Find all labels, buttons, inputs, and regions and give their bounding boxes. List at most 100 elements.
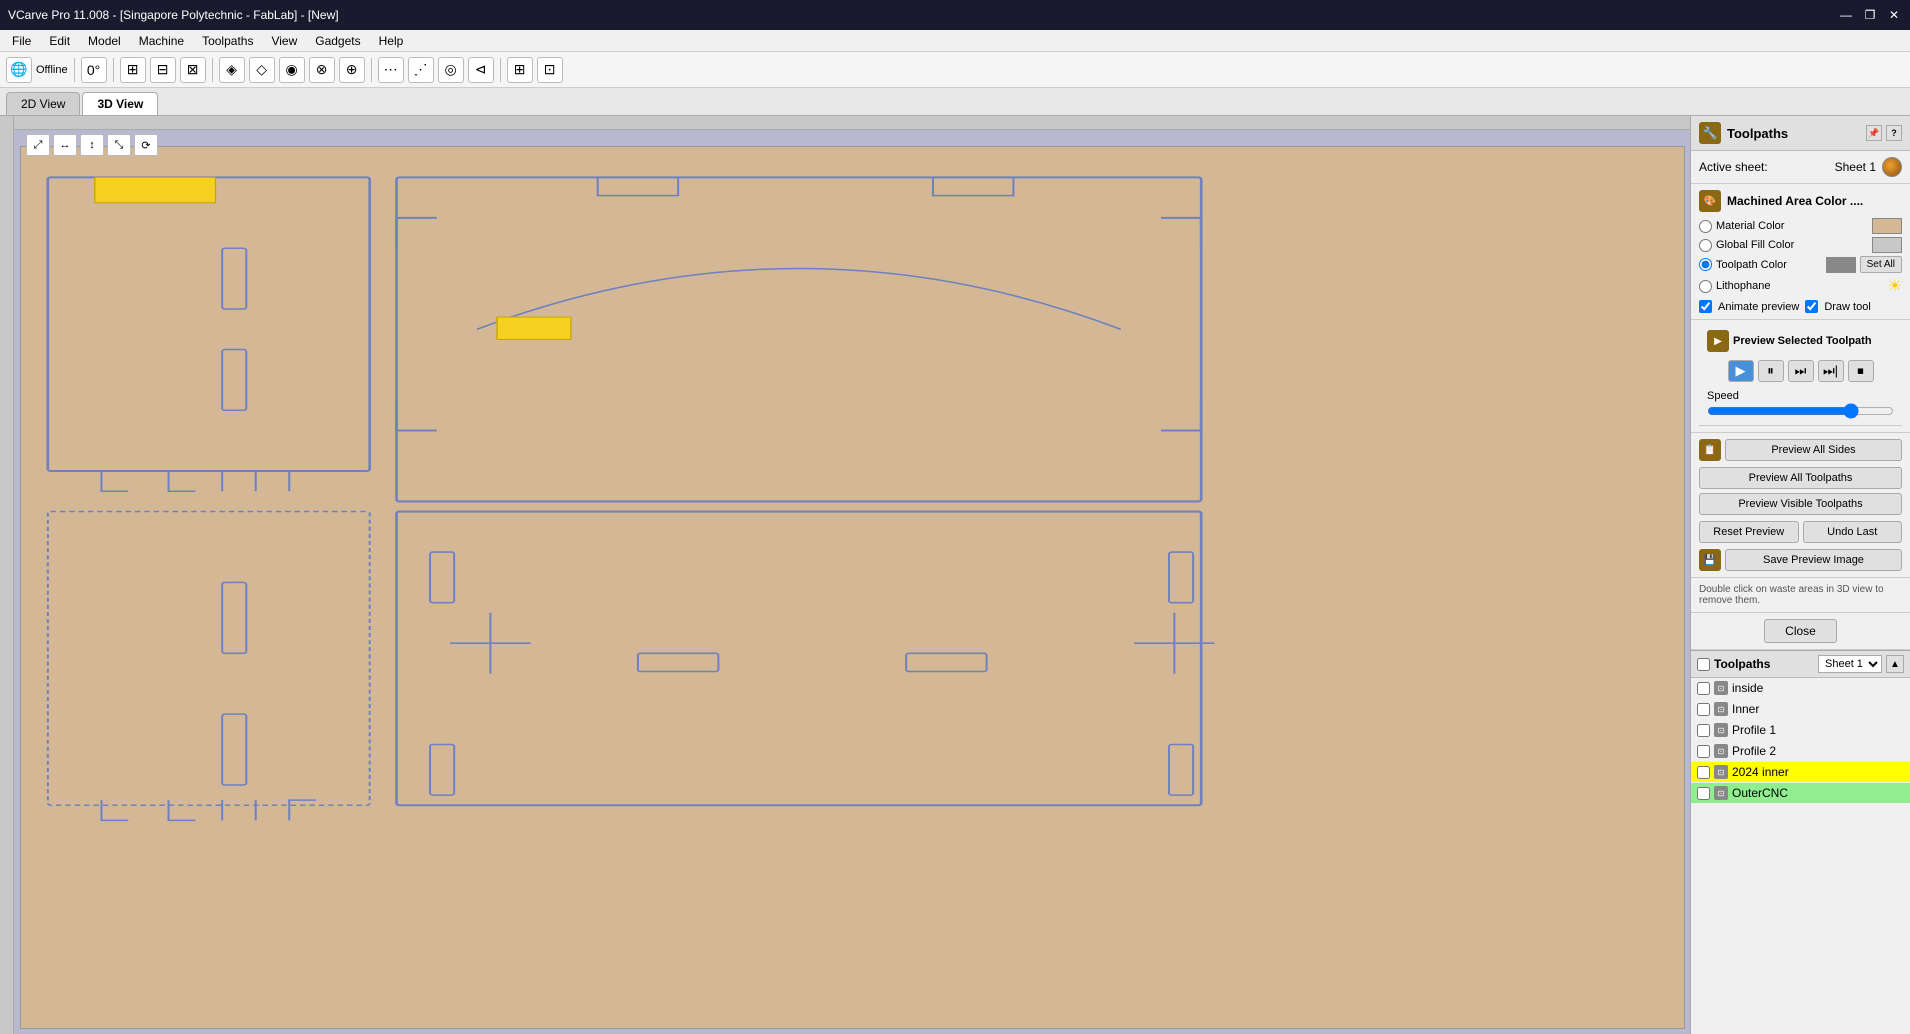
tool-btn-2[interactable]: ⊟ [150, 57, 176, 83]
toolpath-outercnc-checkbox[interactable] [1697, 787, 1710, 800]
tool-btn-10[interactable]: ⋰ [408, 57, 434, 83]
toolpaths-up-button[interactable]: ▲ [1886, 655, 1904, 673]
sheet-color-picker[interactable] [1882, 157, 1902, 177]
toolpath-profile2-icon: ⊡ [1714, 744, 1728, 758]
toolpaths-list-select-all[interactable] [1697, 658, 1710, 671]
tool-btn-5[interactable]: ◇ [249, 57, 275, 83]
playback-controls: ▶ ⏸ ⏭ ⏭| ⏹ [1699, 356, 1902, 386]
speed-slider[interactable] [1707, 404, 1894, 418]
preview-all-sides-button[interactable]: Preview All Sides [1725, 439, 1902, 461]
canvas-btn-fit[interactable]: ⤢ [26, 134, 50, 156]
animate-row: Animate preview Draw tool [1699, 300, 1902, 313]
toolpaths-list-header: Toolpaths Sheet 1 ▲ [1691, 651, 1910, 678]
toolpaths-list-title: Toolpaths [1714, 657, 1770, 671]
menu-gadgets[interactable]: Gadgets [307, 32, 368, 50]
toolpath-profile2-checkbox[interactable] [1697, 745, 1710, 758]
tool-btn-7[interactable]: ⊗ [309, 57, 335, 83]
tool-btn-11[interactable]: ◎ [438, 57, 464, 83]
menu-file[interactable]: File [4, 32, 39, 50]
toolpath-item-inside[interactable]: ⊡ inside [1691, 678, 1910, 699]
close-button[interactable]: ✕ [1886, 8, 1902, 22]
toolpath-item-inner[interactable]: ⊡ Inner [1691, 699, 1910, 720]
toolpath-outercnc-name: OuterCNC [1732, 786, 1904, 800]
toolpath-inside-icon: ⊡ [1714, 681, 1728, 695]
online-status[interactable]: 🌐 [6, 57, 32, 83]
toolpath-item-outercnc[interactable]: ⊡ OuterCNC [1691, 783, 1910, 804]
tool-btn-8[interactable]: ⊕ [339, 57, 365, 83]
animate-preview-checkbox[interactable] [1699, 300, 1712, 313]
draw-tool-checkbox[interactable] [1805, 300, 1818, 313]
material-color-swatch[interactable] [1872, 218, 1902, 234]
titlebar-controls: — ❐ ✕ [1838, 8, 1902, 22]
right-panel: 🔧 Toolpaths 📌 ? Active sheet: Sheet 1 🎨 … [1690, 116, 1910, 1034]
toolpath-item-profile1[interactable]: ⊡ Profile 1 [1691, 720, 1910, 741]
toolpath-inner-name: Inner [1732, 702, 1904, 716]
global-fill-swatch[interactable] [1872, 237, 1902, 253]
menu-toolpaths[interactable]: Toolpaths [194, 32, 261, 50]
online-label: Offline [36, 64, 68, 76]
toolpath-item-2024inner[interactable]: ⊡ 2024 inner [1691, 762, 1910, 783]
reset-preview-button[interactable]: Reset Preview [1699, 521, 1799, 543]
toolpath-color-row: Toolpath Color Set All [1699, 256, 1902, 273]
canvas-btn-zoom-y[interactable]: ↕ [80, 134, 104, 156]
pause-button[interactable]: ⏸ [1758, 360, 1784, 382]
save-preview-image-button[interactable]: Save Preview Image [1725, 549, 1902, 571]
toolpath-item-profile2[interactable]: ⊡ Profile 2 [1691, 741, 1910, 762]
preview-visible-toolpaths-button[interactable]: Preview Visible Toolpaths [1699, 493, 1902, 515]
toolpath-inner-checkbox[interactable] [1697, 703, 1710, 716]
machined-area-title: Machined Area Color .... [1727, 194, 1863, 208]
tool-btn-4[interactable]: ◈ [219, 57, 245, 83]
material-color-radio[interactable] [1699, 220, 1712, 233]
skip-forward-button[interactable]: ⏭ [1788, 360, 1814, 382]
preview-all-toolpaths-button[interactable]: Preview All Toolpaths [1699, 467, 1902, 489]
toolpath-2024inner-checkbox[interactable] [1697, 766, 1710, 779]
menu-machine[interactable]: Machine [131, 32, 192, 50]
canvas-btn-zoom-x[interactable]: ↔ [53, 134, 77, 156]
machined-area-section: 🎨 Machined Area Color .... Material Colo… [1691, 184, 1910, 320]
undo-last-button[interactable]: Undo Last [1803, 521, 1903, 543]
skip-end-button[interactable]: ⏭| [1818, 360, 1844, 382]
tool-btn-6[interactable]: ◉ [279, 57, 305, 83]
tab-3d-view[interactable]: 3D View [82, 92, 158, 115]
menu-help[interactable]: Help [371, 32, 412, 50]
canvas-btn-zoom-z[interactable]: ⤡ [107, 134, 131, 156]
restore-button[interactable]: ❐ [1862, 8, 1878, 22]
menu-model[interactable]: Model [80, 32, 129, 50]
tool-btn-14[interactable]: ⊡ [537, 57, 563, 83]
set-all-button[interactable]: Set All [1860, 256, 1902, 273]
preview-all-sides-icon: 📋 [1699, 439, 1721, 461]
zoom-control[interactable]: 0° [81, 57, 107, 83]
tool-btn-3[interactable]: ⊠ [180, 57, 206, 83]
tool-btn-9[interactable]: ⋯ [378, 57, 404, 83]
lithophane-label: Lithophane [1716, 280, 1884, 292]
minimize-button[interactable]: — [1838, 8, 1854, 22]
lithophane-row: Lithophane ☀ [1699, 276, 1902, 296]
canvas-area[interactable]: ⤢ ↔ ↕ ⤡ ⟳ [0, 116, 1690, 1034]
machined-area-icon: 🎨 [1699, 190, 1721, 212]
toolpath-2024inner-icon: ⊡ [1714, 765, 1728, 779]
panel-help-button[interactable]: ? [1886, 125, 1902, 141]
tool-btn-13[interactable]: ⊞ [507, 57, 533, 83]
menu-view[interactable]: View [263, 32, 305, 50]
close-button[interactable]: Close [1764, 619, 1837, 643]
save-preview-icon: 💾 [1699, 549, 1721, 571]
tool-btn-1[interactable]: ⊞ [120, 57, 146, 83]
toolpath-profile1-checkbox[interactable] [1697, 724, 1710, 737]
panel-pin-button[interactable]: 📌 [1866, 125, 1882, 141]
toolpath-inside-checkbox[interactable] [1697, 682, 1710, 695]
tab-2d-view[interactable]: 2D View [6, 92, 80, 115]
global-fill-radio[interactable] [1699, 239, 1712, 252]
canvas-inner[interactable] [20, 146, 1685, 1029]
toolpath-color-radio[interactable] [1699, 258, 1712, 271]
toolpath-color-swatch[interactable] [1826, 257, 1856, 273]
play-button[interactable]: ▶ [1728, 360, 1754, 382]
stop-button[interactable]: ⏹ [1848, 360, 1874, 382]
speed-section: Speed [1699, 386, 1902, 426]
lithophane-radio[interactable] [1699, 280, 1712, 293]
toolpaths-sheet-select[interactable]: Sheet 1 [1818, 655, 1882, 673]
close-row: Close [1691, 613, 1910, 650]
menu-edit[interactable]: Edit [41, 32, 78, 50]
canvas-btn-reset[interactable]: ⟳ [134, 134, 158, 156]
dblclick-note: Double click on waste areas in 3D view t… [1691, 578, 1910, 613]
tool-btn-12[interactable]: ⊲ [468, 57, 494, 83]
